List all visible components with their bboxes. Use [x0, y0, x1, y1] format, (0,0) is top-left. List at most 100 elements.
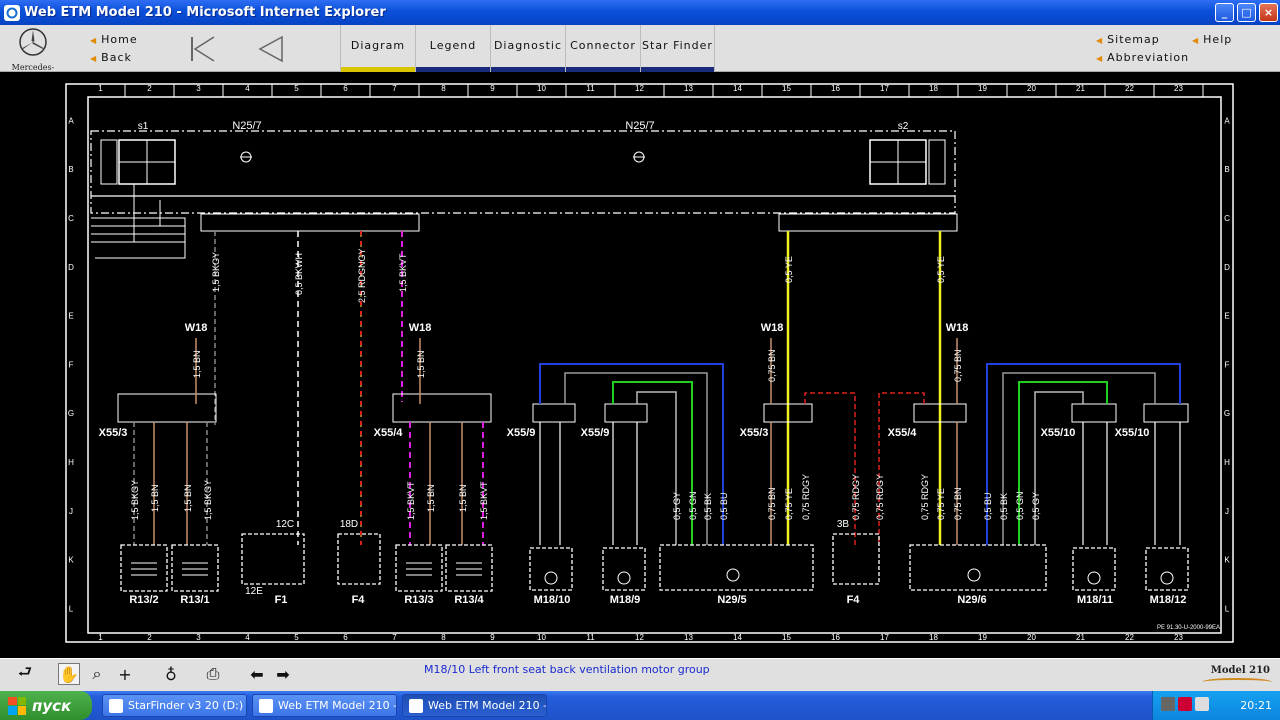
wire-bn-group[interactable]	[153, 338, 958, 545]
tray-network-icon[interactable]	[1195, 697, 1209, 711]
r13-3-heater[interactable]	[395, 544, 443, 592]
tab-diagram[interactable]: Diagram	[340, 25, 415, 72]
task-starfinder[interactable]: StarFinder v3 20 (D:)	[102, 694, 247, 717]
pan-hand-icon[interactable]: ✋	[58, 663, 80, 685]
task-label: Web ETM Model 210 -...	[278, 699, 397, 712]
label-f4-left: F4	[352, 594, 366, 606]
column-label: 8	[441, 633, 446, 642]
label-m18-11: M18/11	[1077, 594, 1113, 606]
arrow-icon: ◀	[1192, 36, 1200, 45]
wire-bkgy-lower[interactable]	[133, 422, 208, 545]
task-web-etm-1[interactable]: Web ETM Model 210 -...	[252, 694, 397, 717]
abbreviation-link[interactable]: ◀ Abbreviation	[1096, 51, 1189, 64]
return-icon[interactable]: ⮐	[14, 662, 36, 685]
label-x55-3: X55/3	[99, 427, 128, 439]
x55-9-connector-a[interactable]	[532, 403, 576, 423]
wire-gy-right[interactable]	[1034, 391, 1084, 545]
row-label: H	[68, 458, 74, 467]
r13-2-heater[interactable]	[120, 544, 168, 592]
tab-connector[interactable]: Connector	[565, 25, 640, 72]
tray-security-icon[interactable]	[1178, 697, 1192, 711]
help-link[interactable]: ◀ Help	[1192, 33, 1232, 46]
column-label: 9	[490, 633, 495, 642]
wire-label: 1,5 BN	[150, 484, 160, 512]
tab-label: Star Finder	[642, 39, 713, 52]
splice-labels: 12E 12C 18D 3B	[245, 519, 849, 597]
tab-diagnostic[interactable]: Diagnostic	[490, 25, 565, 72]
row-label: J	[69, 507, 73, 516]
f4-fuse-left[interactable]	[337, 533, 381, 585]
column-label: 2	[147, 84, 152, 93]
arrow-right-icon[interactable]: ➡	[272, 663, 294, 685]
mercedes-logo[interactable]: Mercedes-Benz	[2, 27, 64, 81]
column-label: 12	[635, 84, 644, 93]
previous-page-icon[interactable]	[256, 35, 286, 63]
wiring-diagram-panel[interactable]: 1 1 2 2 3 3 4 4 5 5 6 6 7 7 8 8 9 9 10 10 11 11 12 12 13 13 14 14 15…	[0, 72, 1280, 658]
close-button[interactable]: ×	[1259, 3, 1278, 22]
arrow-left-icon[interactable]: ⬅	[246, 663, 268, 685]
home-link[interactable]: ◀ Home	[90, 33, 138, 46]
n25-module-box[interactable]	[90, 130, 956, 214]
wiring-diagram[interactable]: 1122334455667788991010111112121313141415…	[0, 72, 1280, 658]
x55-9-connector-b[interactable]	[604, 403, 648, 423]
column-label: 15	[782, 84, 791, 93]
first-page-icon[interactable]	[188, 35, 218, 63]
tab-legend[interactable]: Legend	[415, 25, 490, 72]
f4-fuse-right[interactable]	[832, 533, 880, 585]
maximize-button[interactable]: □	[1237, 3, 1256, 22]
start-button[interactable]: пуск	[0, 691, 92, 720]
highlight-bulb-icon[interactable]: ♁	[160, 663, 182, 685]
x55-4-connector[interactable]	[392, 393, 492, 423]
row-label: K	[68, 556, 74, 565]
wire-label: 1,5 BKVT	[398, 253, 408, 292]
arrow-icon: ◀	[1096, 54, 1104, 63]
column-label: 13	[684, 84, 693, 93]
column-label: 6	[343, 633, 348, 642]
wire-bkvt-lower[interactable]	[409, 422, 484, 545]
wire-label: 1,5 BKVT	[479, 481, 489, 520]
x55-10-connector-b[interactable]	[1143, 403, 1189, 423]
tray-app-icon[interactable]	[1161, 697, 1175, 711]
wire-bk-right[interactable]	[1002, 372, 1156, 545]
wire-label: 0,5 YE	[936, 256, 946, 283]
arrow-icon: ◀	[90, 54, 98, 63]
wire-label: 0,75 BN	[953, 349, 963, 382]
bottom-components[interactable]	[120, 533, 1189, 592]
system-tray: 20:21	[1152, 691, 1280, 720]
column-label: 7	[392, 84, 397, 93]
wire-label: 1,5 BKGY	[130, 480, 140, 520]
minimize-button[interactable]: _	[1215, 3, 1234, 22]
windows-logo-icon	[8, 696, 26, 715]
wire-gy-left[interactable]	[636, 391, 677, 545]
connector-strip-right	[778, 213, 958, 232]
wire-label: 0,5 GY	[672, 492, 682, 520]
wire-label: 0,75 YE	[936, 488, 946, 520]
tab-star-finder[interactable]: Star Finder	[640, 25, 715, 72]
column-label: 23	[1174, 633, 1183, 642]
tab-label: Diagram	[350, 39, 406, 52]
arrow-icon: ◀	[1096, 36, 1104, 45]
f1-fuse-box[interactable]	[241, 533, 305, 585]
n29-5-module[interactable]	[659, 544, 814, 591]
x55-10-connector-a[interactable]	[1071, 403, 1117, 423]
zoom-icon[interactable]: ⌕	[86, 663, 108, 685]
wire-rdgy-right[interactable]	[878, 392, 925, 545]
crosshair-icon[interactable]: +	[114, 663, 136, 685]
wire-label: 0,5 GN	[688, 491, 698, 520]
bottom-toolbar: ⮐ ✋ ⌕ + ♁ ⎙ ⬅ ➡ M18/10 Left front seat b…	[0, 658, 1280, 691]
clock[interactable]: 20:21	[1240, 699, 1272, 712]
r13-4-heater[interactable]	[445, 544, 493, 592]
r13-1-heater[interactable]	[171, 544, 219, 592]
lamp-icon	[240, 151, 645, 163]
back-link[interactable]: ◀ Back	[90, 51, 132, 64]
print-icon[interactable]: ⎙	[202, 663, 224, 685]
label-m18-12: M18/12	[1150, 594, 1187, 606]
sitemap-link[interactable]: ◀ Sitemap	[1096, 33, 1160, 46]
label-w18-3: W18	[761, 322, 784, 334]
wire-bk-left[interactable]	[564, 372, 708, 545]
task-web-etm-2[interactable]: Web ETM Model 210 -...	[402, 694, 547, 717]
row-label: E	[1224, 312, 1229, 321]
x55-3-connector[interactable]	[117, 393, 217, 423]
column-label: 19	[978, 633, 987, 642]
n29-6-module[interactable]	[909, 544, 1047, 591]
